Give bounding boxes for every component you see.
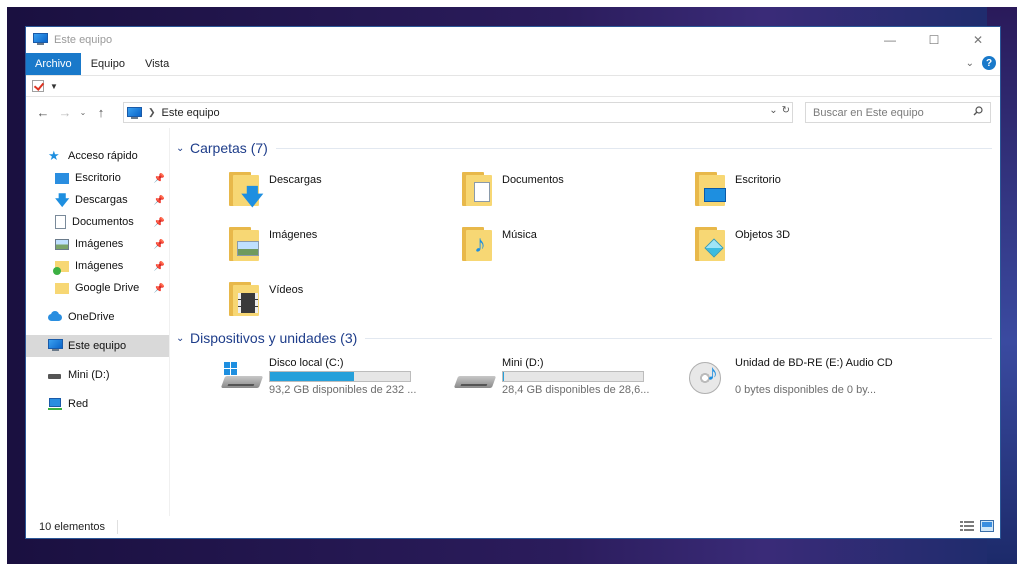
properties-check-icon[interactable] (32, 80, 44, 92)
pictures-folder-icon (225, 225, 265, 265)
pin-icon: 📌 (153, 217, 165, 227)
collapse-chevron-icon[interactable]: ⌄ (176, 143, 190, 154)
content-pane: ⌄ Carpetas (7) 🡇 Descargas Documentos Es… (170, 128, 1000, 516)
desktop-folder-icon (691, 170, 731, 210)
window-title: Este equipo (54, 34, 113, 46)
windows-drive-icon (220, 360, 265, 396)
download-arrow-icon: 🡇 (55, 192, 70, 208)
document-icon (55, 215, 66, 229)
onedrive-cloud-icon (48, 310, 62, 324)
drive-tile-d[interactable]: Mini (D:) 28,4 GB disponibles de 28,6... (453, 356, 674, 400)
title-bar: Este equipo — ☐ ✕ (26, 27, 1000, 53)
drive-usage-bar (269, 371, 411, 382)
breadcrumb-separator-icon[interactable]: ❯ (148, 107, 156, 118)
address-history-chevron-icon[interactable]: ⌄ (769, 105, 777, 116)
folder-tile-music[interactable]: ♪ Música (458, 225, 678, 269)
tab-file[interactable]: Archivo (26, 53, 81, 75)
drive-icon (453, 360, 498, 396)
star-icon: ★ (48, 148, 60, 163)
synced-folder-icon (53, 261, 69, 275)
folder-tile-3d-objects[interactable]: Objetos 3D (691, 225, 911, 269)
breadcrumb-this-pc[interactable]: Este equipo (162, 107, 220, 119)
forward-arrow-icon[interactable]: → (54, 105, 76, 120)
refresh-icon[interactable]: ↻ (782, 105, 790, 116)
this-pc-icon (33, 33, 49, 47)
sidebar-item-mini-drive[interactable]: Mini (D:) (26, 364, 169, 386)
audio-cd-icon: ♪ (687, 360, 731, 396)
drive-icon (48, 368, 62, 382)
minimize-button[interactable]: — (868, 27, 912, 53)
folder-icon (55, 283, 69, 294)
folder-tile-desktop[interactable]: Escritorio (691, 170, 911, 214)
search-icon (973, 106, 983, 116)
up-arrow-icon[interactable]: ↑ (90, 105, 112, 120)
sidebar-item-this-pc[interactable]: Este equipo (26, 335, 169, 357)
sidebar-item-google-drive[interactable]: Google Drive 📌 (26, 277, 169, 299)
sidebar-item-pictures[interactable]: Imágenes 📌 (26, 233, 169, 255)
pin-icon: 📌 (153, 283, 165, 293)
pictures-icon (55, 239, 69, 250)
sidebar-item-onedrive[interactable]: OneDrive (26, 306, 169, 328)
folder-tile-downloads[interactable]: 🡇 Descargas (225, 170, 445, 214)
pin-icon: 📌 (153, 195, 165, 205)
music-folder-icon: ♪ (458, 225, 498, 265)
address-bar[interactable]: ❯ Este equipo ⌄ ↻ (123, 102, 793, 123)
back-arrow-icon[interactable]: ← (32, 105, 54, 120)
folders-group-header[interactable]: ⌄ Carpetas (7) (176, 139, 992, 157)
music-note-icon: ♪ (707, 360, 718, 385)
maximize-button[interactable]: ☐ (912, 27, 956, 53)
help-icon[interactable]: ? (982, 56, 996, 70)
this-pc-icon (48, 339, 63, 353)
customize-toolbar-dropdown-icon[interactable]: ▼ (50, 82, 58, 91)
folder-tile-pictures[interactable]: Imágenes (225, 225, 445, 269)
desktop-icon (55, 173, 69, 184)
3d-objects-folder-icon (691, 225, 731, 265)
devices-group-header[interactable]: ⌄ Dispositivos y unidades (3) (176, 329, 992, 347)
windows-logo-icon (224, 362, 238, 376)
pin-icon: 📌 (153, 239, 165, 249)
search-input[interactable]: Buscar en Este equipo (805, 102, 991, 123)
sidebar-item-network[interactable]: Red (26, 393, 169, 415)
sidebar-item-quick-access[interactable]: ★ Acceso rápido (26, 145, 169, 167)
close-button[interactable]: ✕ (956, 27, 1000, 53)
folder-tile-documents[interactable]: Documentos (458, 170, 678, 214)
expand-ribbon-chevron-icon[interactable]: ⌄ (966, 58, 974, 69)
ribbon-tabs: Archivo Equipo Vista ⌄ ? (26, 53, 1000, 75)
recent-locations-chevron-icon[interactable]: ⌄ (76, 108, 90, 117)
collapse-chevron-icon[interactable]: ⌄ (176, 333, 190, 344)
pin-icon: 📌 (153, 261, 165, 271)
network-icon (48, 397, 62, 411)
drive-tile-e[interactable]: ♪ Unidad de BD-RE (E:) Audio CD 0 bytes … (687, 356, 907, 400)
status-bar: 10 elementos (26, 516, 1000, 538)
downloads-folder-icon: 🡇 (225, 170, 265, 210)
tab-view[interactable]: Vista (135, 53, 179, 75)
videos-folder-icon (225, 280, 265, 320)
sidebar-item-desktop[interactable]: Escritorio 📌 (26, 167, 169, 189)
documents-folder-icon (458, 170, 498, 210)
explorer-window: Este equipo — ☐ ✕ Archivo Equipo Vista ⌄… (25, 26, 1001, 539)
this-pc-icon (127, 106, 142, 119)
quick-access-toolbar: ▼ (26, 75, 1000, 97)
sidebar-item-pictures-synced[interactable]: Imágenes 📌 (26, 255, 169, 277)
item-count: 10 elementos (39, 521, 106, 533)
details-view-icon[interactable] (960, 520, 974, 532)
sidebar-item-documents[interactable]: Documentos 📌 (26, 211, 169, 233)
search-placeholder: Buscar en Este equipo (813, 106, 924, 119)
large-icons-view-icon[interactable] (980, 520, 994, 532)
sidebar-item-downloads[interactable]: 🡇 Descargas 📌 (26, 189, 169, 211)
folder-tile-videos[interactable]: Vídeos (225, 280, 445, 324)
address-row: ← → ⌄ ↑ ❯ Este equipo ⌄ ↻ Buscar en Este… (26, 97, 1000, 128)
navigation-pane: ★ Acceso rápido Escritorio 📌 🡇 Descargas… (26, 128, 170, 516)
pin-icon: 📌 (153, 173, 165, 183)
drive-tile-c[interactable]: Disco local (C:) 93,2 GB disponibles de … (220, 356, 441, 400)
tab-computer[interactable]: Equipo (81, 53, 135, 75)
drive-usage-bar (502, 371, 644, 382)
